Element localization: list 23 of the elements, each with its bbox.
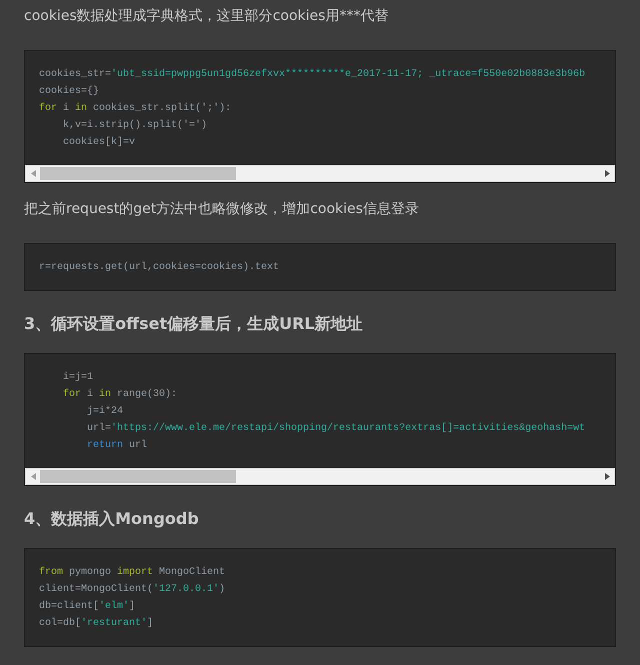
code-line: url='https://www.ele.me/restapi/shopping/restaurants?extras[]=activities&geohash=wt bbox=[86, 422, 586, 436]
code-line: cookies[k]=v bbox=[62, 136, 136, 150]
paragraph: 把之前request的get方法中也略微修改，增加cookies信息登录 bbox=[24, 200, 420, 219]
horizontal-scrollbar[interactable] bbox=[25, 468, 615, 485]
scrollbar-thumb[interactable] bbox=[40, 470, 236, 483]
code-line: return url bbox=[86, 438, 148, 453]
code-line: i=j=1 bbox=[62, 370, 94, 385]
scrollbar-thumb[interactable] bbox=[40, 167, 236, 180]
code-line: from pymongo import MongoClient bbox=[39, 566, 226, 580]
horizontal-scrollbar[interactable] bbox=[25, 165, 615, 182]
code-line: cookies_str='ubt_ssid=pwppg5un1gd56zefxvx**********e_2017-11-17; _utrace=f550e02b0883e3b96b bbox=[39, 68, 586, 82]
code-line: j=i*24 bbox=[86, 404, 124, 419]
section-heading: 4、数据插入Mongodb bbox=[24, 508, 200, 530]
code-line: k,v=i.strip().split('=') bbox=[62, 118, 208, 133]
section-heading: 3、循环设置offset偏移量后，生成URL新地址 bbox=[24, 313, 364, 335]
code-line: cookies={} bbox=[39, 84, 100, 99]
code-line: r=requests.get(url,cookies=cookies).text bbox=[39, 260, 280, 275]
code-line: for i in cookies_str.split(';'): bbox=[39, 102, 232, 116]
code-line: col=db['resturant'] bbox=[39, 616, 154, 631]
code-line: client=MongoClient('127.0.0.1') bbox=[39, 582, 226, 597]
code-line: db=client['elm'] bbox=[39, 600, 136, 614]
code-line: for i in range(30): bbox=[62, 388, 178, 402]
paragraph: cookies数据处理成字典格式，这里部分cookies用***代替 bbox=[24, 7, 390, 26]
